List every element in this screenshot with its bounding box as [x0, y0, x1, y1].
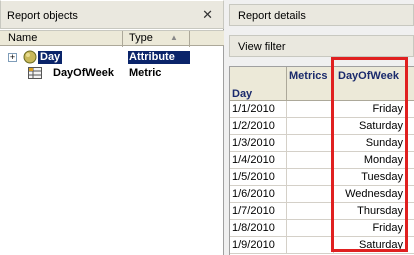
table-row[interactable]: 1/4/2010 Monday [230, 152, 414, 169]
day-cell: 1/3/2010 [230, 135, 287, 151]
table-row[interactable]: 1/5/2010 Tuesday [230, 169, 414, 186]
day-cell: 1/4/2010 [230, 152, 287, 168]
dayofweek-cell: Sunday [365, 137, 403, 149]
dayofweek-cell: Friday [372, 222, 403, 234]
metrics-cell [287, 203, 334, 219]
dayofweek-header-label: DayOfWeek [338, 70, 399, 82]
day-cell: 1/8/2010 [230, 220, 287, 236]
tree-item-type: Attribute [128, 51, 190, 64]
tree-item-type: Metric [129, 67, 162, 79]
day-cell: 1/1/2010 [230, 101, 287, 117]
metrics-cell [287, 237, 334, 253]
name-column-header[interactable]: Name [0, 31, 123, 47]
tree-item-day[interactable]: + Day Attribute [0, 50, 224, 66]
metrics-cell [287, 169, 334, 185]
metrics-cell [287, 220, 334, 236]
expand-icon[interactable]: + [8, 53, 17, 62]
metrics-cell [287, 118, 334, 134]
view-filter-label: View filter [238, 41, 286, 53]
grid-header: Day Metrics DayOfWeek [230, 67, 414, 101]
dayofweek-cell: Wednesday [345, 188, 403, 200]
objects-column-header: Name Type ▲ [0, 30, 224, 47]
metrics-cell [287, 101, 334, 117]
grid-body: 1/1/2010 Friday 1/2/2010 Saturday 1/3/2010 Su… [230, 101, 414, 254]
table-row[interactable]: 1/8/2010 Friday [230, 220, 414, 237]
dayofweek-cell: Thursday [357, 205, 403, 217]
metrics-cell [287, 152, 334, 168]
day-cell: 1/6/2010 [230, 186, 287, 202]
metrics-header-label: Metrics [289, 70, 328, 82]
dayofweek-cell: Saturday [358, 120, 403, 132]
day-cell: 1/5/2010 [230, 169, 287, 185]
report-details-bar[interactable]: Report details [229, 4, 414, 26]
dayofweek-cell: Tuesday [361, 171, 403, 183]
dayofweek-column-header[interactable]: DayOfWeek [334, 67, 407, 101]
report-panel: Report details View filter Day Metrics D… [227, 0, 414, 255]
metrics-header[interactable]: Metrics [287, 67, 334, 101]
table-row[interactable]: 1/9/2010 Saturday [230, 237, 414, 254]
metrics-cell [287, 135, 334, 151]
report-details-label: Report details [238, 10, 306, 22]
day-row-header[interactable]: Day [230, 67, 287, 101]
view-filter-bar[interactable]: View filter [229, 35, 414, 57]
dayofweek-cell: Saturday [358, 239, 403, 251]
tree-item-label: DayOfWeek [53, 67, 114, 79]
tree-item-dayofweek[interactable]: DayOfWeek Metric [0, 66, 224, 82]
dayofweek-cell: Monday [363, 154, 403, 166]
dayofweek-cell: Friday [372, 103, 403, 115]
report-objects-title: Report objects [7, 10, 78, 22]
day-cell: 1/2/2010 [230, 118, 287, 134]
tree-item-label: Day [38, 51, 63, 64]
metrics-cell [287, 186, 334, 202]
type-column-header[interactable]: Type [124, 31, 190, 47]
report-grid: Day Metrics DayOfWeek 1/1/2010 Friday 1/2/… [229, 66, 414, 255]
table-row[interactable]: 1/2/2010 Saturday [230, 118, 414, 135]
report-objects-panel: Report objects ✕ Name Type ▲ + Day Attri… [0, 0, 224, 255]
day-row-header-label: Day [232, 88, 253, 100]
sort-arrow-icon: ▲ [170, 33, 178, 42]
attribute-icon [23, 50, 37, 64]
table-row[interactable]: 1/1/2010 Friday [230, 101, 414, 118]
table-row[interactable]: 1/6/2010 Wednesday [230, 186, 414, 203]
day-cell: 1/7/2010 [230, 203, 287, 219]
day-cell: 1/9/2010 [230, 237, 287, 253]
metric-icon [28, 67, 42, 79]
close-icon[interactable]: ✕ [202, 7, 213, 23]
table-row[interactable]: 1/3/2010 Sunday [230, 135, 414, 152]
report-objects-header: Report objects ✕ [0, 0, 224, 29]
table-row[interactable]: 1/7/2010 Thursday [230, 203, 414, 220]
